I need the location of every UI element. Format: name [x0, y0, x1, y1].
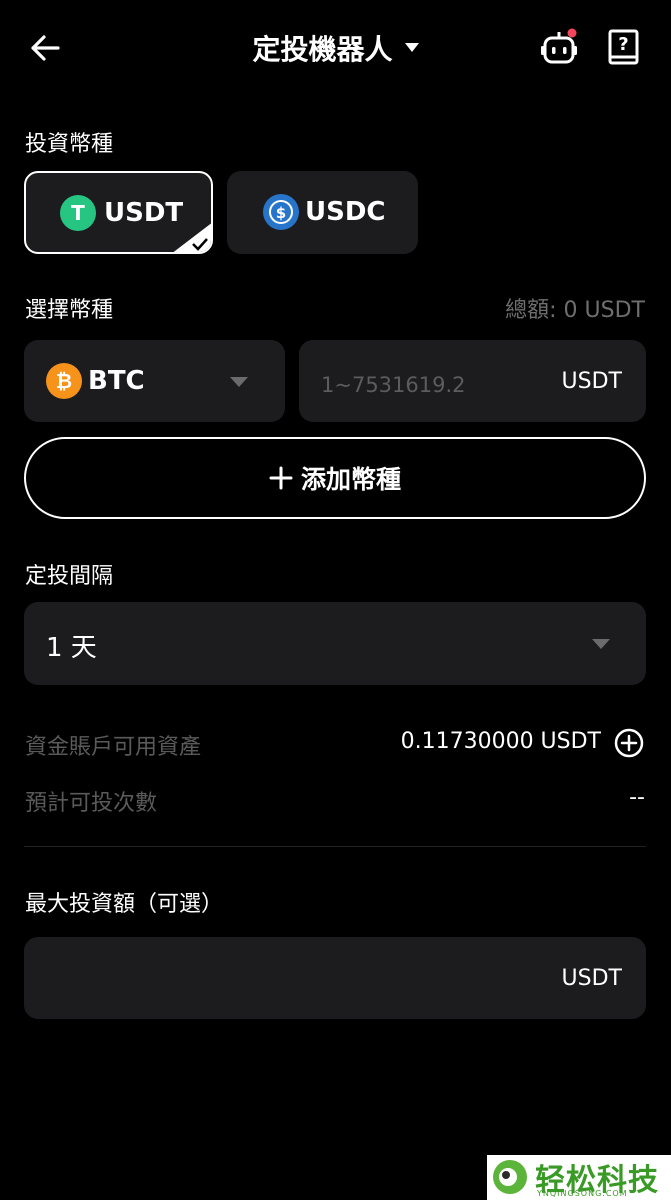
- estimated-times-value: --: [629, 785, 645, 810]
- select-coin-label: 選擇幣種: [25, 298, 114, 323]
- svg-text:$: $: [276, 204, 286, 222]
- selected-check-icon: [173, 223, 211, 252]
- robot-icon: [541, 28, 577, 64]
- available-assets-label: 資金賬戶可用資產: [25, 735, 202, 760]
- amount-unit: USDT: [561, 369, 622, 394]
- dropdown-arrow-icon: [592, 639, 610, 649]
- total-amount: 總額: 0 USDT: [505, 298, 645, 323]
- interval-selector[interactable]: 1 天: [24, 602, 646, 685]
- invest-currency-label: 投資幣種: [25, 132, 114, 157]
- watermark-mark-icon: [493, 1160, 527, 1194]
- currency-option-label: USDC: [305, 197, 386, 227]
- btc-icon: ₿: [46, 363, 82, 399]
- svg-text:?: ?: [618, 34, 628, 55]
- robot-button[interactable]: [540, 28, 580, 68]
- page-title: 定投機器人: [252, 33, 393, 66]
- tether-icon: T: [60, 195, 96, 231]
- help-book-icon: ?: [608, 29, 639, 65]
- interval-label: 定投間隔: [25, 564, 114, 589]
- max-invest-label: 最大投資額（可選）: [25, 892, 224, 917]
- plus-circle-icon: [614, 728, 644, 758]
- amount-input[interactable]: 1~7531619.2 USDT: [299, 340, 646, 422]
- plus-icon: [269, 466, 293, 490]
- max-invest-unit: USDT: [561, 966, 622, 991]
- add-coin-label: 添加幣種: [300, 465, 401, 494]
- amount-placeholder: 1~7531619.2: [321, 373, 466, 397]
- watermark-subtext: YNQINGSONG.COM: [537, 1189, 628, 1198]
- coin-selector[interactable]: ₿ BTC: [24, 340, 285, 422]
- interval-value: 1 天: [46, 633, 97, 663]
- dropdown-arrow-icon: [230, 377, 248, 387]
- watermark-logo: 轻松科技 YNQINGSONG.COM: [487, 1155, 671, 1200]
- currency-option-usdt[interactable]: T USDT: [24, 171, 213, 254]
- max-invest-input[interactable]: USDT: [24, 937, 646, 1019]
- transfer-add-button[interactable]: [613, 727, 645, 759]
- coin-label: BTC: [88, 366, 145, 396]
- help-guide-button[interactable]: ?: [606, 28, 642, 68]
- currency-option-usdc[interactable]: $ USDC: [227, 171, 418, 254]
- available-assets-value: 0.11730000 USDT: [400, 729, 601, 754]
- estimated-times-label: 預計可投次數: [25, 791, 158, 816]
- usdc-icon: $: [263, 194, 299, 230]
- chevron-down-icon: [404, 42, 419, 52]
- divider: [24, 846, 646, 847]
- add-coin-button[interactable]: 添加幣種: [24, 437, 646, 519]
